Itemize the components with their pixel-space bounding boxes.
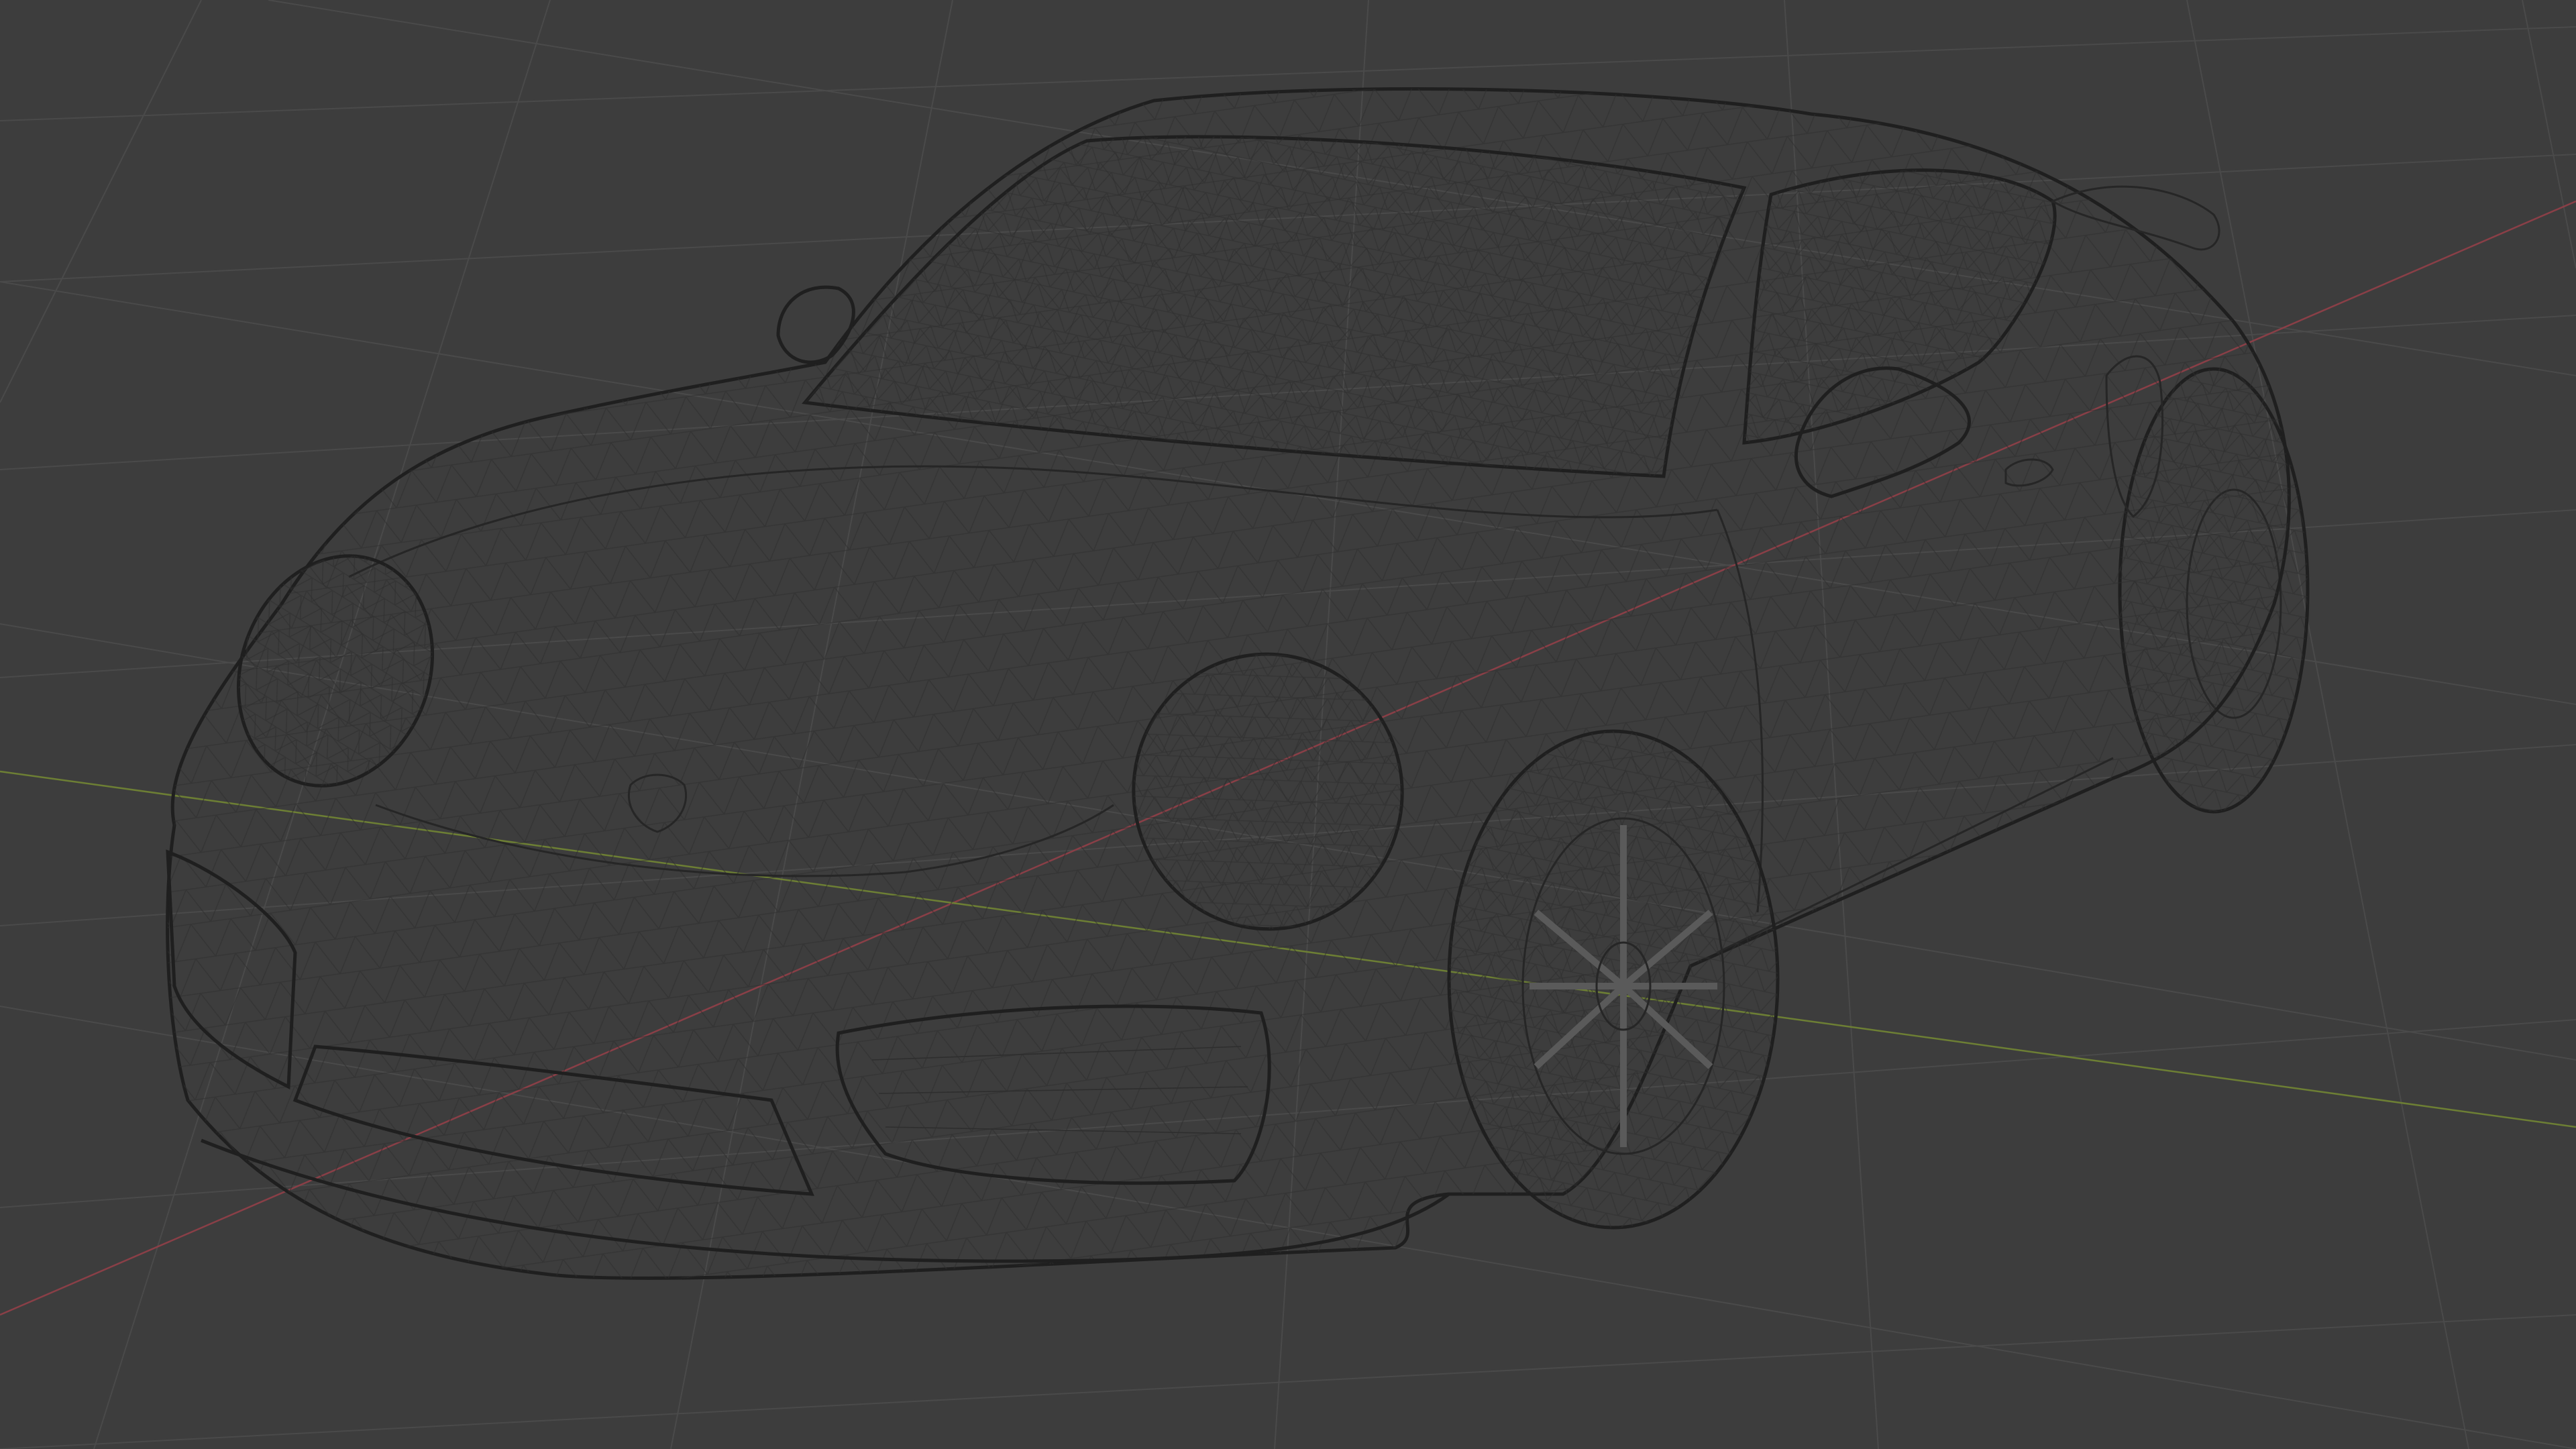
front-wheel[interactable]: [1447, 729, 1780, 1230]
3d-viewport[interactable]: [0, 0, 2576, 1449]
car-model[interactable]: [166, 87, 2310, 1280]
viewport-canvas[interactable]: [0, 0, 2576, 1449]
